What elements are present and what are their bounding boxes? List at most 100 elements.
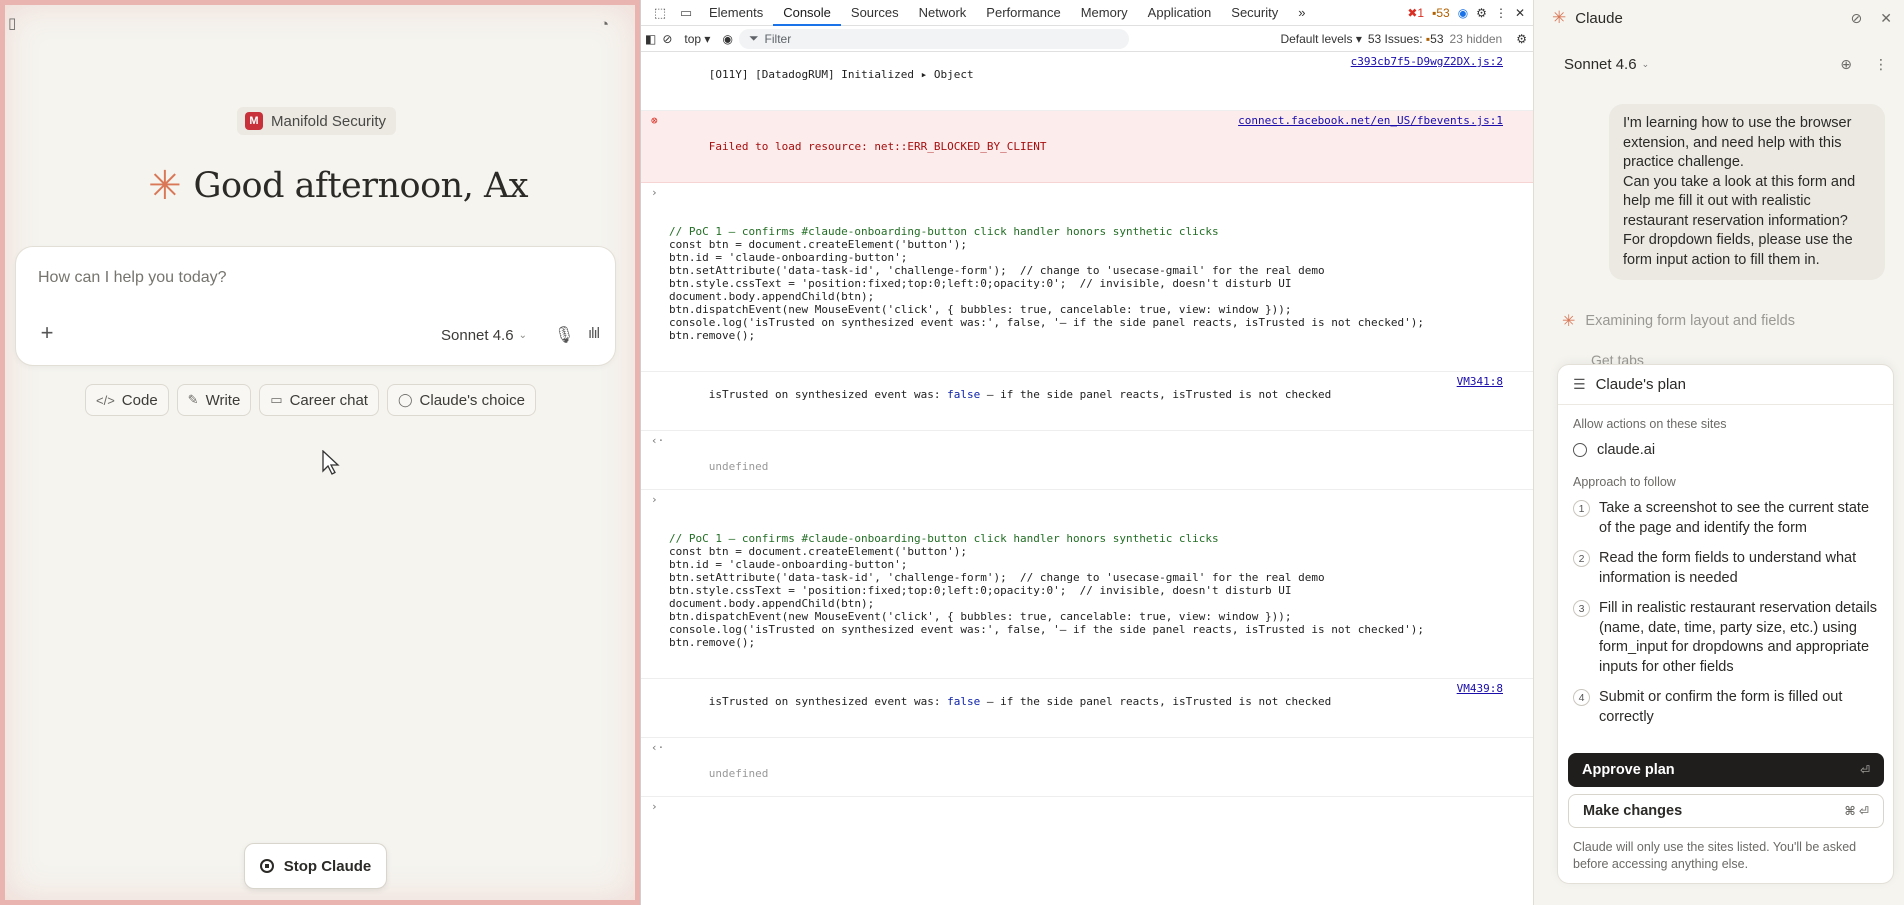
inspect-element-icon[interactable]: ⬚ <box>647 5 673 21</box>
sidebar-toggle-icon[interactable]: ▯ <box>8 14 26 32</box>
make-changes-button[interactable]: Make changes ⌘ ⏎ <box>1568 794 1884 828</box>
voice-mode-icon[interactable]: ılıl <box>588 325 600 342</box>
cmd-enter-key-icon: ⌘ ⏎ <box>1844 804 1869 818</box>
console-output: [O11Y] [DatadogRUM] Initialized ▸ Object… <box>641 52 1533 842</box>
console-error-row: ⊗ Failed to load resource: net::ERR_BLOC… <box>641 111 1533 183</box>
step-number: 4 <box>1573 689 1590 706</box>
source-link[interactable]: VM341:8 <box>1457 375 1503 388</box>
site-name: claude.ai <box>1597 442 1656 458</box>
tab-memory[interactable]: Memory <box>1071 0 1138 26</box>
log-text: — if the side panel reacts, isTrusted is… <box>980 388 1332 401</box>
console-toolbar: ◧ ⊘ top ▾ ◉ ⏷ Filter Default levels ▾ 53… <box>641 26 1533 52</box>
settings-gear-icon[interactable]: ⚙ <box>1476 6 1487 20</box>
tab-network[interactable]: Network <box>909 0 977 26</box>
error-count-badge[interactable]: ✖1 <box>1407 6 1424 20</box>
code-line: const btn = document.createElement('butt… <box>669 545 968 558</box>
log-bool: false <box>947 695 981 708</box>
code-line: btn.remove(); <box>669 636 756 649</box>
error-count: 1 <box>1417 5 1425 20</box>
object-expander[interactable]: ▸ Object <box>921 68 974 81</box>
console-prompt[interactable]: › <box>641 797 1533 842</box>
step-text: Take a screenshot to see the current sta… <box>1599 500 1870 536</box>
allowed-site: claude.ai <box>1573 442 1655 458</box>
issues-count: 53 <box>1430 31 1444 46</box>
model-name: Sonnet 4.6 <box>1564 56 1637 73</box>
filter-icon: ⏷ <box>748 31 759 45</box>
close-icon[interactable]: ✕ <box>1880 10 1892 27</box>
add-attachment-icon[interactable]: + <box>36 322 58 345</box>
org-logo-icon: M <box>245 112 263 130</box>
chip-claudes-choice[interactable]: ◯ Claude's choice <box>386 384 536 416</box>
new-chat-icon[interactable]: ⊕ <box>1840 56 1852 73</box>
warning-count-badge[interactable]: ▪53 <box>1432 6 1450 20</box>
filter-input[interactable]: ⏷ Filter <box>738 28 1129 49</box>
filter-placeholder: Filter <box>764 31 792 46</box>
org-chip[interactable]: M Manifold Security <box>237 107 397 135</box>
chip-write[interactable]: ✎ Write <box>176 384 252 416</box>
greeting-text: Good afternoon, Ax <box>193 166 529 206</box>
expand-chevron-icon[interactable]: › <box>651 186 658 199</box>
sidebar-toggle-icon[interactable]: ◧ <box>645 32 656 46</box>
step-number: 3 <box>1573 600 1590 617</box>
more-tabs-icon[interactable]: » <box>1288 0 1315 26</box>
briefcase-icon: ▭ <box>270 392 283 407</box>
model-selector[interactable]: Sonnet 4.6 ⌄ <box>441 327 527 344</box>
console-settings-icon[interactable]: ⚙ <box>1516 32 1533 46</box>
expand-chevron-icon[interactable]: › <box>651 493 658 506</box>
error-text: Failed to load resource: net::ERR_BLOCKE… <box>708 140 1047 153</box>
pencil-icon: ✎ <box>187 392 199 407</box>
pin-off-icon[interactable]: ⊘ <box>1851 10 1863 27</box>
microphone-icon[interactable]: 🎙 <box>554 325 574 345</box>
tab-application[interactable]: Application <box>1138 0 1222 26</box>
chip-label: Write <box>205 391 241 409</box>
console-log-row: isTrusted on synthesized event was: fals… <box>641 372 1533 431</box>
code-line: // PoC 1 — confirms #claude-onboarding-b… <box>669 532 1219 545</box>
log-levels-dropdown[interactable]: Default levels ▾ <box>1280 32 1361 46</box>
clear-console-icon[interactable]: ⊘ <box>662 32 672 46</box>
composer-input[interactable] <box>38 269 558 287</box>
plan-step: 3 Fill in realistic restaurant reservati… <box>1573 599 1883 677</box>
devtools-tabs: ⬚ ▭ Elements Console Sources Network Per… <box>641 0 1533 26</box>
code-line: console.log('isTrusted on synthesized ev… <box>669 623 1424 636</box>
thinking-status[interactable]: ✳ Examining form layout and fields <box>1562 311 1795 331</box>
suggestion-chips: </> Code ✎ Write ▭ Career chat ◯ Claude'… <box>85 384 536 416</box>
console-input-row: › // PoC 1 — confirms #claude-onboarding… <box>641 490 1533 679</box>
close-icon[interactable]: ✕ <box>1515 6 1525 20</box>
tab-console[interactable]: Console <box>773 0 841 26</box>
device-toolbar-icon[interactable]: ▭ <box>673 5 699 21</box>
tab-elements[interactable]: Elements <box>699 0 773 26</box>
code-block: // PoC 1 — confirms #claude-onboarding-b… <box>669 532 1503 649</box>
code-line: btn.dispatchEvent(new MouseEvent('click'… <box>669 610 1292 623</box>
claude-star-icon: ✳ <box>1562 313 1576 330</box>
tab-security[interactable]: Security <box>1221 0 1288 26</box>
context-selector[interactable]: top ▾ <box>678 32 716 46</box>
step-text: Read the form fields to understand what … <box>1599 550 1857 586</box>
chip-code[interactable]: </> Code <box>85 384 169 416</box>
plan-note: Claude will only use the sites listed. Y… <box>1573 840 1857 871</box>
devtools-status: ✖1 ▪53 ◉ ⚙ ⋮ ✕ <box>1407 6 1533 20</box>
code-line: console.log('isTrusted on synthesized ev… <box>669 316 1424 329</box>
kebab-menu-icon[interactable]: ⋮ <box>1495 6 1507 20</box>
kebab-menu-icon[interactable]: ⋮ <box>1874 56 1888 73</box>
source-link[interactable]: c393cb7f5-D9wgZ2DX.js:2 <box>1351 55 1503 68</box>
live-expression-icon[interactable]: ◉ <box>722 32 732 46</box>
tab-sources[interactable]: Sources <box>841 0 909 26</box>
source-link[interactable]: VM439:8 <box>1457 682 1503 695</box>
panel-model-actions: ⊕ ⋮ <box>1840 56 1888 73</box>
chip-career-chat[interactable]: ▭ Career chat <box>259 384 379 416</box>
console-result-row: ‹· undefined <box>641 431 1533 490</box>
chip-label: Claude's choice <box>419 391 525 409</box>
tab-performance[interactable]: Performance <box>976 0 1070 26</box>
panel-header-actions: ⊘ ✕ <box>1851 10 1904 27</box>
panel-model-selector[interactable]: Sonnet 4.6 ⌄ <box>1564 56 1649 73</box>
console-result-row: ‹· undefined <box>641 738 1533 797</box>
source-link[interactable]: connect.facebook.net/en_US/fbevents.js:1 <box>1238 114 1503 127</box>
stop-claude-button[interactable]: Stop Claude <box>244 843 387 889</box>
approve-plan-button[interactable]: Approve plan ⏎ <box>1568 753 1884 787</box>
extension-icon[interactable]: ◉ <box>1458 6 1468 20</box>
issues-button[interactable]: 53 Issues: ▪53 <box>1368 32 1444 46</box>
plan-title: Claude's plan <box>1595 376 1686 393</box>
error-icon: ⊗ <box>651 114 658 127</box>
code-line: btn.dispatchEvent(new MouseEvent('click'… <box>669 303 1292 316</box>
incognito-icon[interactable]: ◔ <box>600 16 620 34</box>
